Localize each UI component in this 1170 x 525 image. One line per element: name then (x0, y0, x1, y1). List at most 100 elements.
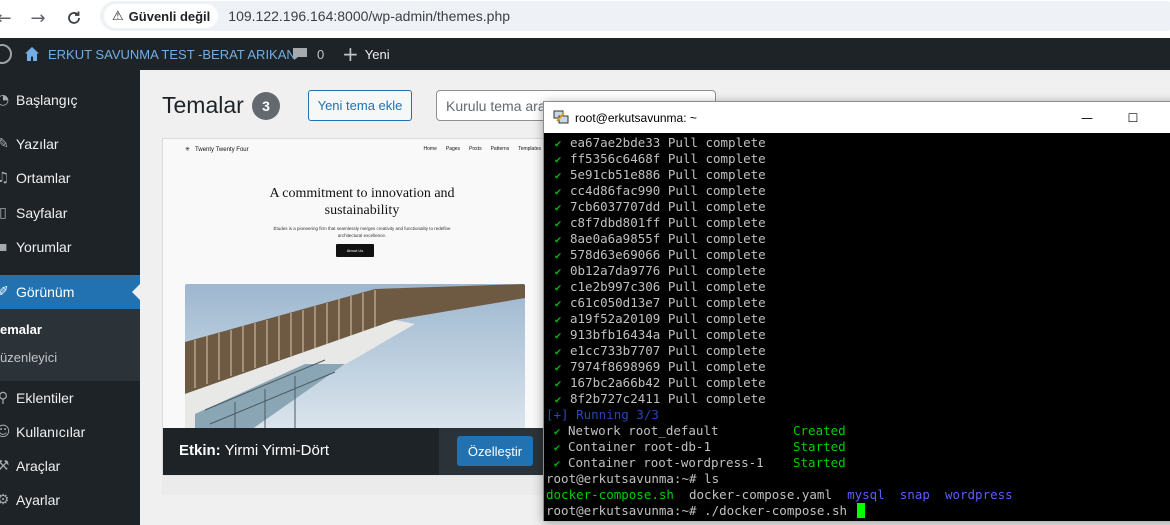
page-title: Temalar (162, 92, 244, 118)
check-icon: ✔ (553, 457, 561, 470)
preview-nav-link: Home (423, 146, 437, 152)
sidebar-item-users[interactable]: ☺ Kullanıcılar (0, 415, 140, 449)
check-icon: ✔ (553, 425, 561, 438)
address-bar[interactable]: ⚠ Güvenli değil 109.122.196.164:8000/wp-… (100, 1, 1170, 31)
check-icon: ✔ (554, 393, 562, 406)
add-theme-button[interactable]: Yeni tema ekle (308, 90, 412, 121)
settings-icon: ⚙ (0, 492, 10, 508)
preview-nav-link: Templates (518, 146, 541, 152)
sidebar-item-label: Ayarlar (16, 492, 61, 508)
putty-icon (553, 110, 569, 124)
sidebar-item-posts[interactable]: ✎ Yazılar (0, 127, 140, 161)
admin-sidebar: ◔ Başlangıç ✎ Yazılar ♫ Ortamlar ▯ Sayfa… (0, 70, 140, 525)
wp-admin-bar: ERKUT SAVUNMA TEST -BERAT ARIKAN 0 + Yen… (0, 38, 1170, 70)
sidebar-item-dashboard[interactable]: ◔ Başlangıç (0, 83, 140, 117)
users-icon: ☺ (0, 424, 11, 440)
active-theme-name: Yirmi Yirmi-Dört (224, 442, 330, 459)
dashboard-icon: ◔ (0, 92, 10, 108)
theme-name: Etkin: Yirmi Yirmi-Dört (179, 442, 329, 459)
url-text[interactable]: 109.122.196.164:8000/wp-admin/themes.php (228, 8, 510, 24)
site-name: ERKUT SAVUNMA TEST -BERAT ARIKAN (48, 46, 296, 62)
terminal-cursor (856, 503, 865, 518)
check-icon: ✔ (554, 249, 562, 262)
sidebar-item-pages[interactable]: ▯ Sayfalar (0, 196, 140, 230)
check-icon: ✔ (554, 281, 562, 294)
maximize-icon[interactable]: ☐ (1110, 102, 1156, 133)
sidebar-item-label: Yorumlar (16, 239, 72, 255)
sidebar-item-tools[interactable]: ⚒ Araçlar (0, 449, 140, 483)
forward-icon[interactable]: → (26, 6, 50, 30)
check-icon: ✔ (554, 217, 562, 230)
check-icon: ✔ (554, 153, 562, 166)
page-icon: ▯ (0, 205, 7, 221)
terminal-line: ✔ ea67ae2bde33 Pull complete (546, 135, 766, 151)
back-icon[interactable]: ← (0, 6, 16, 30)
terminal-line: ✔ 7974f8698969 Pull complete (546, 359, 766, 375)
active-prefix: Etkin: (179, 442, 221, 459)
theme-card-active[interactable]: ✳ Twenty Twenty Four Home Pages Posts Pa… (162, 138, 562, 475)
plus-icon: + (342, 42, 359, 66)
preview-nav-link: Posts (469, 146, 482, 152)
new-content-link[interactable]: + Yeni (342, 38, 390, 70)
terminal-line: ✔ c1e2b997c306 Pull complete (546, 279, 766, 295)
card-divider (162, 475, 562, 495)
home-icon (25, 47, 39, 61)
terminal-line: ✔ 8ae0a6a9855f Pull complete (546, 231, 766, 247)
wordpress-logo-icon[interactable] (0, 44, 12, 64)
comments-link[interactable]: 0 (292, 38, 324, 70)
terminal-output[interactable]: ✔ ea67ae2bde33 Pull complete ✔ ff5356c6468… (544, 133, 1170, 521)
minimize-icon[interactable]: — (1064, 102, 1110, 133)
comments-count: 0 (317, 46, 325, 62)
plugin-icon: ⚲ (0, 390, 9, 406)
terminal-line: ✔ c8f7dbd801ff Pull complete (546, 215, 766, 231)
tools-icon: ⚒ (0, 458, 10, 474)
sidebar-item-appearance[interactable]: ✐ Görünüm (0, 275, 140, 309)
theme-screenshot[interactable]: ✳ Twenty Twenty Four Home Pages Posts Pa… (163, 139, 561, 428)
terminal-line: ✔ Container root-db-1 Started (546, 439, 846, 455)
submenu-item-editor[interactable]: üzenleyici (0, 350, 57, 365)
terminal-line: ✔ 167bc2a66b42 Pull complete (546, 375, 766, 391)
submenu-item-themes[interactable]: emalar (0, 322, 42, 337)
check-icon: ✔ (553, 441, 561, 454)
security-chip[interactable]: ⚠ Güvenli değil (104, 4, 219, 28)
check-icon: ✔ (554, 265, 562, 278)
terminal-line: ✔ 8f2b727c2411 Pull complete (546, 391, 766, 407)
preview-body: Études is a pioneering firm that seamles… (273, 226, 451, 238)
preview-nav-links: Home Pages Posts Patterns Templates (424, 146, 541, 152)
terminal-line: ✔ Network root_default Created (546, 423, 846, 439)
terminal-line: root@erkutsavunma:~# ls (546, 471, 720, 486)
check-icon: ✔ (554, 201, 562, 214)
check-icon: ✔ (554, 329, 562, 342)
site-name-link[interactable]: ERKUT SAVUNMA TEST -BERAT ARIKAN (24, 38, 296, 70)
terminal-line: ✔ 578d63e69066 Pull complete (546, 247, 766, 263)
terminal-titlebar[interactable]: root@erkutsavunma: ~ — ☐ (544, 102, 1170, 133)
sidebar-item-comments[interactable]: ▪ Yorumlar (0, 230, 140, 264)
preview-headline: A commitment to innovation and sustainab… (269, 186, 455, 218)
terminal-window[interactable]: root@erkutsavunma: ~ — ☐ ✔ ea67ae2bde33 P… (543, 101, 1170, 521)
browser-toolbar: ← → ⚠ Güvenli değil 109.122.196.164:8000… (0, 0, 1170, 38)
active-indicator (132, 284, 140, 300)
media-icon: ♫ (0, 170, 10, 186)
terminal-line: ✔ ff5356c6468f Pull complete (546, 151, 766, 167)
theme-count-badge: 3 (252, 92, 280, 120)
screen: { "browser": { "security_label": "Güvenl… (0, 0, 1170, 525)
sidebar-item-label: Kullanıcılar (16, 424, 86, 440)
check-icon: ✔ (554, 169, 562, 182)
check-icon: ✔ (554, 361, 562, 374)
sidebar-item-settings[interactable]: ⚙ Ayarlar (0, 483, 140, 517)
preview-nav-link: Pages (445, 146, 461, 152)
sidebar-item-label: Yazılar (16, 136, 59, 152)
customize-button[interactable]: Özelleştir (457, 436, 533, 466)
comment-icon: ▪ (0, 239, 8, 255)
sidebar-item-media[interactable]: ♫ Ortamlar (0, 161, 140, 195)
check-icon: ✔ (554, 297, 562, 310)
reload-icon[interactable] (62, 6, 86, 30)
sidebar-item-label: Görünüm (16, 284, 75, 300)
check-icon: ✔ (554, 313, 562, 326)
terminal-prompt-line[interactable]: root@erkutsavunma:~# ./docker-compose.sh (546, 503, 865, 519)
appearance-submenu: emalar üzenleyici (0, 309, 140, 381)
new-label: Yeni (364, 46, 390, 62)
sidebar-item-plugins[interactable]: ⚲ Eklentiler (0, 381, 140, 415)
terminal-line: ✔ c61c050d13e7 Pull complete (546, 295, 766, 311)
check-icon: ✔ (554, 345, 562, 358)
